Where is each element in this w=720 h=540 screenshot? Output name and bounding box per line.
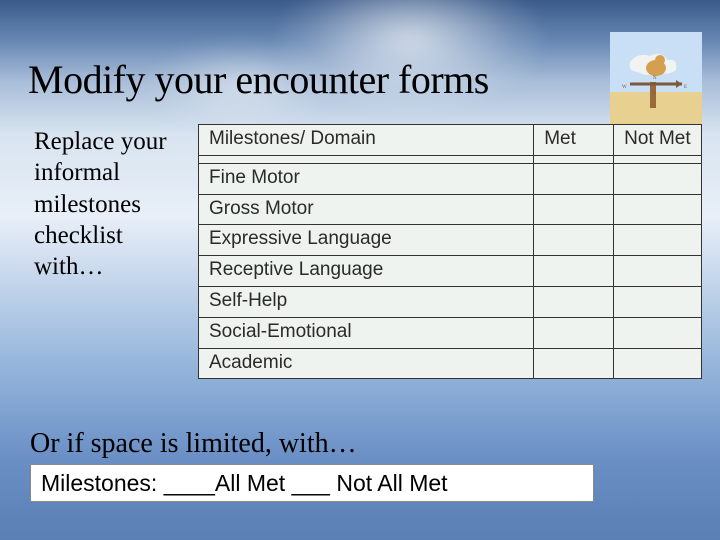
cell-domain: Expressive Language	[199, 225, 534, 256]
cell-notmet	[614, 348, 702, 379]
cell-notmet	[614, 194, 702, 225]
cell-met	[534, 194, 614, 225]
cell-notmet	[614, 256, 702, 287]
cell-notmet	[614, 155, 702, 163]
cell-met	[534, 155, 614, 163]
header-met: Met	[534, 125, 614, 156]
svg-text:S: S	[653, 91, 656, 96]
cell-notmet	[614, 317, 702, 348]
cell-domain: Receptive Language	[199, 256, 534, 287]
table-row: Gross Motor	[199, 194, 702, 225]
page-title: Modify your encounter forms	[28, 56, 489, 103]
cell-notmet	[614, 286, 702, 317]
milestones-table: Milestones/ Domain Met Not Met Fine Moto…	[198, 124, 702, 379]
cell-met	[534, 317, 614, 348]
intro-text: Replace your informal milestones checkli…	[34, 126, 194, 282]
svg-text:W: W	[622, 85, 627, 90]
slide: Modify your encounter forms W N E S Repl…	[0, 0, 720, 540]
cell-domain: Fine Motor	[199, 163, 534, 194]
cell-met	[534, 163, 614, 194]
inline-milestones-box: Milestones: ____All Met ___ Not All Met	[30, 464, 594, 502]
cell-notmet	[614, 225, 702, 256]
cell-domain: Social-Emotional	[199, 317, 534, 348]
svg-text:N: N	[653, 76, 657, 81]
cell-met	[534, 286, 614, 317]
table-row	[199, 155, 702, 163]
svg-text:E: E	[684, 85, 687, 90]
cell-domain: Gross Motor	[199, 194, 534, 225]
header-notmet: Not Met	[614, 125, 702, 156]
logo-image: W N E S	[610, 32, 702, 124]
cell-met	[534, 225, 614, 256]
table-row: Receptive Language	[199, 256, 702, 287]
subtitle-text: Or if space is limited, with…	[30, 428, 357, 460]
table-row: Expressive Language	[199, 225, 702, 256]
cell-met	[534, 256, 614, 287]
cell-domain	[199, 155, 534, 163]
table-row: Fine Motor	[199, 163, 702, 194]
table-row: Academic	[199, 348, 702, 379]
cell-domain: Self-Help	[199, 286, 534, 317]
cell-notmet	[614, 163, 702, 194]
table-header-row: Milestones/ Domain Met Not Met	[199, 125, 702, 156]
header-domain: Milestones/ Domain	[199, 125, 534, 156]
inline-text: Milestones: ____All Met ___ Not All Met	[41, 470, 448, 497]
cell-met	[534, 348, 614, 379]
table-row: Self-Help	[199, 286, 702, 317]
table-row: Social-Emotional	[199, 317, 702, 348]
cell-domain: Academic	[199, 348, 534, 379]
